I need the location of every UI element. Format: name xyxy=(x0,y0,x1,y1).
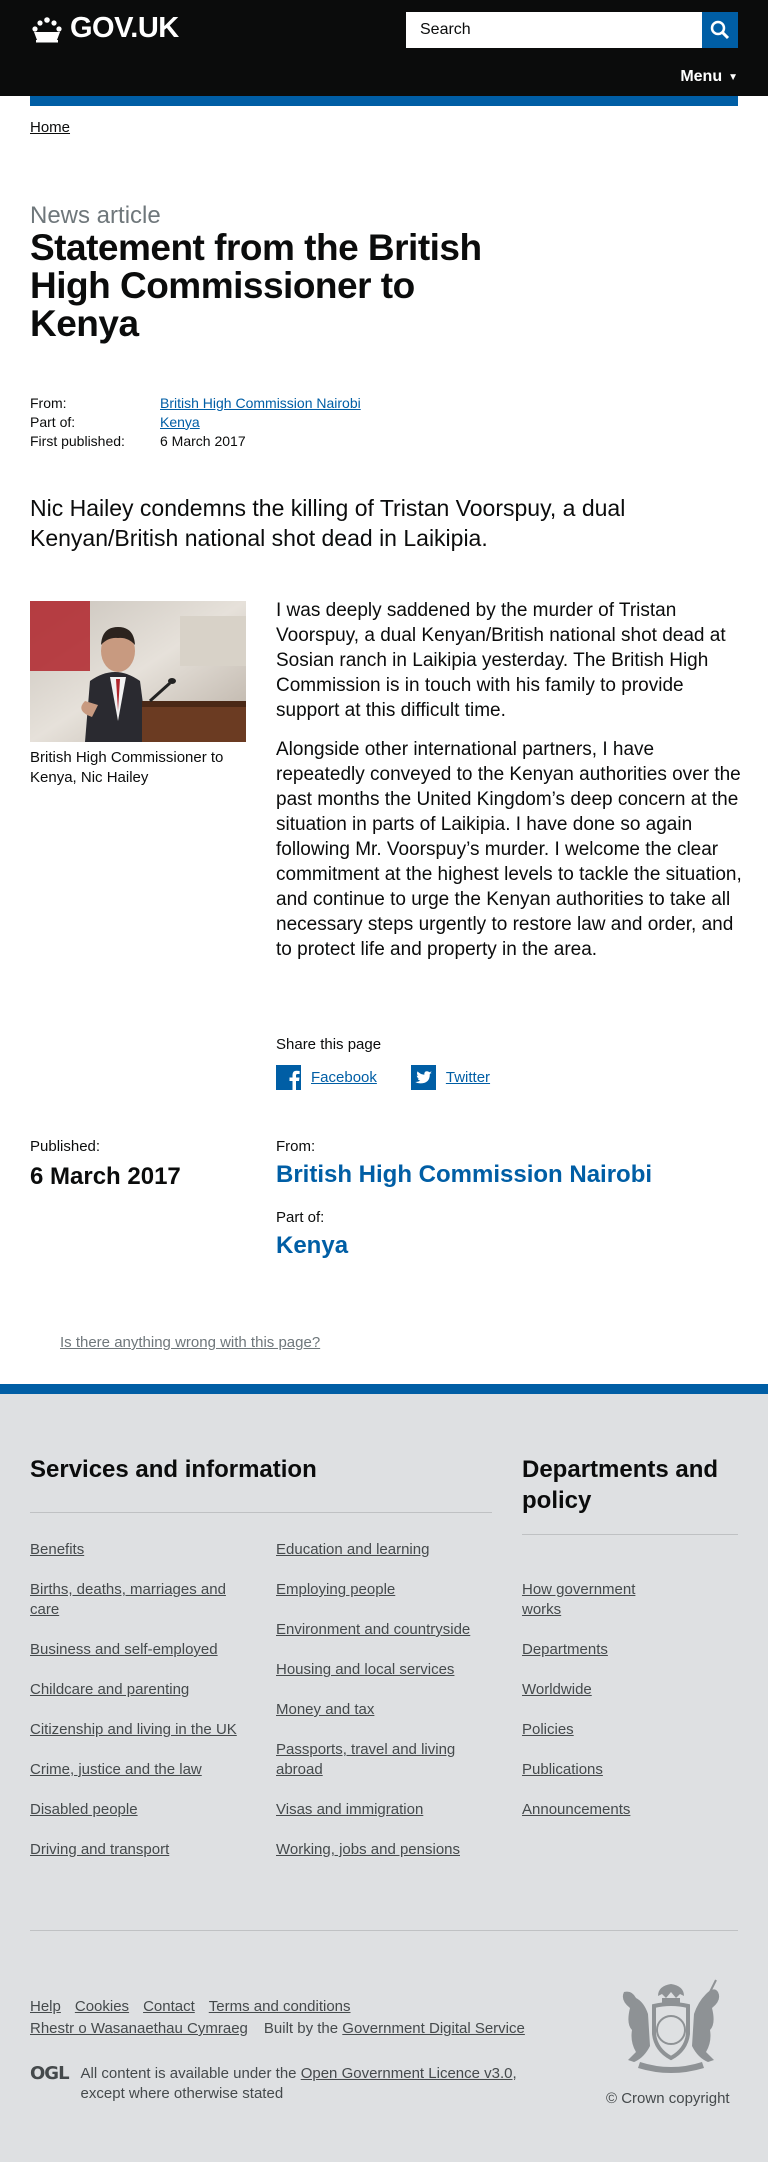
site-header: GOV.UK Menu ▼ xyxy=(0,0,768,96)
from-label: From: xyxy=(276,1138,316,1155)
facebook-icon xyxy=(276,1065,301,1090)
footer-meta-links: Help Cookies Contact Terms and condition… xyxy=(30,1998,525,2037)
built-by-prefix: Built by the xyxy=(263,2020,339,2037)
govuk-logo-link[interactable]: GOV.UK xyxy=(30,12,179,45)
search-input[interactable] xyxy=(406,12,702,48)
footer-link[interactable]: Passports, travel and living abroad xyxy=(276,1740,496,1780)
footer-divider xyxy=(30,1930,738,1931)
departments-divider xyxy=(522,1534,738,1535)
article-metadata: From: British High Commission Nairobi Pa… xyxy=(30,393,361,450)
footer-link[interactable]: Environment and countryside xyxy=(276,1620,496,1640)
footer-link[interactable]: Crime, justice and the law xyxy=(30,1760,250,1780)
crown-copyright-link[interactable]: © Crown copyright xyxy=(606,2090,730,2107)
services-list-col2: Education and learning Employing people … xyxy=(276,1540,496,1880)
royal-coat-of-arms-icon xyxy=(622,1979,720,2073)
published-date: 6 March 2017 xyxy=(30,1163,181,1190)
twitter-label: Twitter xyxy=(445,1069,491,1086)
help-link[interactable]: Help xyxy=(30,1998,61,2015)
footer-link[interactable]: Policies xyxy=(522,1720,662,1740)
part-of-link[interactable]: Kenya xyxy=(276,1232,652,1260)
facebook-label: Facebook xyxy=(311,1069,377,1086)
share-section: Share this page Facebook Twitter xyxy=(276,1036,490,1090)
footer-link[interactable]: Money and tax xyxy=(276,1700,496,1720)
menu-toggle[interactable]: Menu ▼ xyxy=(680,68,738,86)
share-facebook-link[interactable]: Facebook xyxy=(276,1065,377,1090)
meta-row-from: From: British High Commission Nairobi xyxy=(30,393,361,412)
header-blue-band xyxy=(30,96,738,106)
page-title: Statement from the British High Commissi… xyxy=(30,227,482,344)
meta-row-first-published: First published: 6 March 2017 xyxy=(30,431,361,450)
footer-link[interactable]: Citizenship and living in the UK xyxy=(30,1720,250,1740)
from-organisation-link[interactable]: British High Commission Nairobi xyxy=(276,1161,652,1189)
open-government-licence-link[interactable]: Open Government Licence v3.0 xyxy=(301,2065,513,2082)
meta-key: Part of: xyxy=(30,413,76,430)
image-caption: British High Commissioner to Kenya, Nic … xyxy=(30,749,224,786)
services-list-col1: Benefits Births, deaths, marriages and c… xyxy=(30,1540,250,1880)
published-label: Published: xyxy=(30,1138,101,1155)
crown-icon xyxy=(32,16,62,42)
footer-link[interactable]: Childcare and parenting xyxy=(30,1680,250,1700)
body-paragraph: I was deeply saddened by the murder of T… xyxy=(276,600,726,721)
built-by-text: Built by the Government Digital Service xyxy=(264,2020,525,2037)
footer-link[interactable]: Departments xyxy=(522,1640,662,1660)
breadcrumb: Home xyxy=(30,119,70,136)
search-icon xyxy=(710,20,730,40)
footer-link[interactable]: Worldwide xyxy=(522,1680,662,1700)
meta-row-part-of: Part of: Kenya xyxy=(30,412,361,431)
ogl-logo: OGL xyxy=(30,2063,70,2084)
article-type: News article xyxy=(30,202,161,229)
meta-part-of-link[interactable]: Kenya xyxy=(160,414,200,430)
footer-link[interactable]: Benefits xyxy=(30,1540,250,1560)
article-summary: Nic Hailey condemns the killing of Trist… xyxy=(30,495,626,551)
footer-link[interactable]: Visas and immigration xyxy=(276,1800,496,1820)
meta-key: First published: xyxy=(30,432,125,449)
part-of-label: Part of: xyxy=(276,1209,325,1226)
departments-heading: Departments and policy xyxy=(522,1456,719,1514)
footer-link[interactable]: Housing and local services xyxy=(276,1660,496,1680)
high-commissioner-photo xyxy=(30,601,246,742)
report-problem-link[interactable]: Is there anything wrong with this page? xyxy=(60,1334,320,1351)
cookies-link[interactable]: Cookies xyxy=(75,1998,129,2015)
footer-link[interactable]: Announcements xyxy=(522,1800,662,1820)
share-title: Share this page xyxy=(276,1036,382,1053)
footer-link[interactable]: Driving and transport xyxy=(30,1840,250,1860)
twitter-icon xyxy=(410,1065,436,1090)
licence-info: OGL All content is available under the O… xyxy=(30,2064,551,2104)
meta-key: From: xyxy=(30,394,67,411)
menu-label: Menu xyxy=(680,68,723,85)
welsh-services-link[interactable]: Rhestr o Wasanaethau Cymraeg xyxy=(30,2020,248,2037)
meta-first-published-value: 6 March 2017 xyxy=(160,432,246,449)
meta-from-link[interactable]: British High Commission Nairobi xyxy=(160,395,361,411)
licence-prefix: All content is available under the xyxy=(80,2065,297,2082)
logo-text: GOV.UK xyxy=(70,12,179,44)
organisation-info: From: British High Commission Nairobi Pa… xyxy=(276,1138,652,1260)
published-info: Published: 6 March 2017 xyxy=(30,1138,181,1191)
footer-link[interactable]: Births, deaths, marriages and care xyxy=(30,1580,250,1620)
footer-link[interactable]: How government works xyxy=(522,1580,662,1620)
footer-link[interactable]: Working, jobs and pensions xyxy=(276,1840,496,1860)
terms-link[interactable]: Terms and conditions xyxy=(209,1998,351,2015)
body-paragraph: Alongside other international partners, … xyxy=(276,739,742,960)
caret-down-icon: ▼ xyxy=(728,71,738,83)
services-divider xyxy=(30,1512,492,1513)
search-form xyxy=(406,12,738,48)
article-figure: British High Commissioner to Kenya, Nic … xyxy=(30,601,246,788)
footer-link[interactable]: Publications xyxy=(522,1760,662,1780)
article-body: I was deeply saddened by the murder of T… xyxy=(276,598,744,976)
footer-link[interactable]: Business and self-employed xyxy=(30,1640,250,1660)
breadcrumb-home-link[interactable]: Home xyxy=(30,119,70,136)
footer-link[interactable]: Employing people xyxy=(276,1580,496,1600)
share-twitter-link[interactable]: Twitter xyxy=(410,1065,491,1090)
licence-text: All content is available under the Open … xyxy=(81,2064,551,2104)
search-button[interactable] xyxy=(702,12,738,48)
footer-link[interactable]: Disabled people xyxy=(30,1800,250,1820)
services-heading: Services and information xyxy=(30,1456,317,1483)
site-footer: Services and information Departments and… xyxy=(0,1384,768,2162)
share-links: Facebook Twitter xyxy=(276,1065,490,1090)
footer-link[interactable]: Education and learning xyxy=(276,1540,496,1560)
contact-link[interactable]: Contact xyxy=(143,1998,195,2015)
departments-list: How government works Departments Worldwi… xyxy=(522,1580,662,1840)
report-problem: Is there anything wrong with this page? xyxy=(60,1334,320,1351)
gds-link[interactable]: Government Digital Service xyxy=(342,2020,525,2037)
